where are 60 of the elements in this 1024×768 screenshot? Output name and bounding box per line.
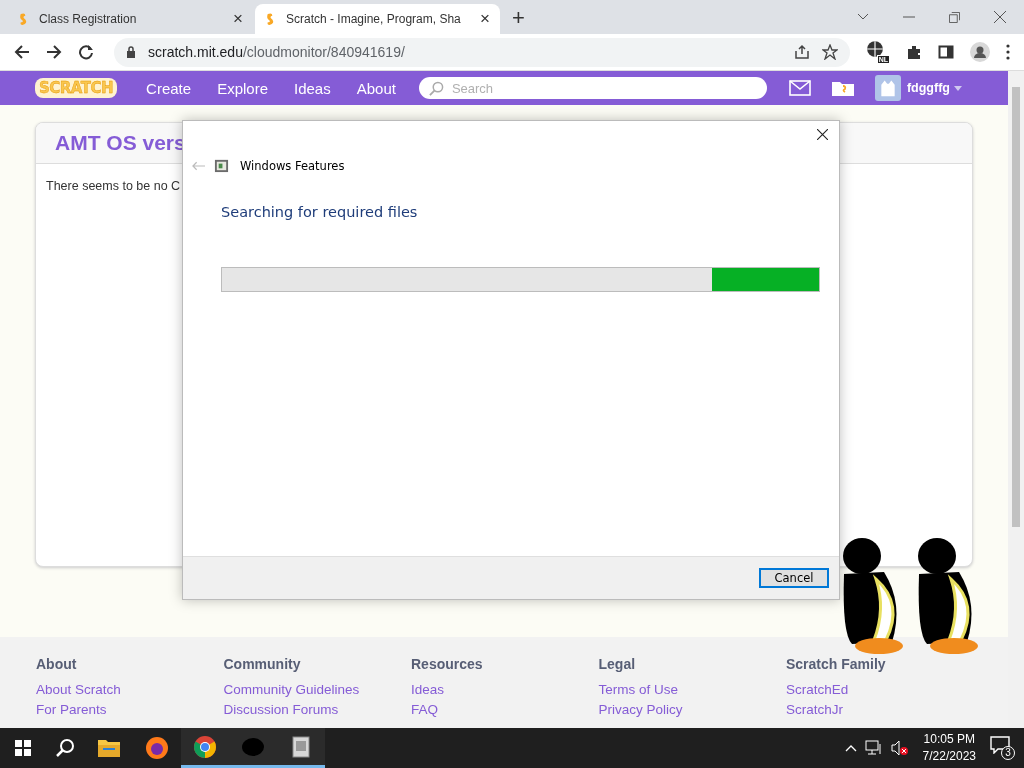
search-field[interactable]: Search [418,77,767,99]
profile-icon[interactable] [970,42,990,62]
volume-muted-icon[interactable] [890,740,909,756]
clock-date[interactable]: 7/22/2023 [922,748,976,765]
footer-heading: Scratch Family [786,656,887,672]
footer-heading: Legal [598,656,637,672]
footer-link[interactable]: About Scratch [36,680,224,700]
dialog-title: Windows Features [240,158,345,173]
nav-link[interactable]: Explore [204,79,281,97]
chevron-up-icon[interactable] [844,744,857,752]
status-heading: Searching for required files [221,204,419,220]
side-panel-icon[interactable] [938,44,954,60]
windows-start-icon[interactable] [15,740,31,756]
close-icon[interactable] [817,129,828,140]
browser-tab[interactable]: Class Registration × [8,4,253,34]
cancel-button[interactable]: Cancel [759,568,829,588]
footer-heading: Community [223,656,302,672]
browser-tab[interactable]: Scratch - Imagine, Program, Sha × [255,4,500,34]
close-tab-button[interactable]: × [233,9,243,29]
caret-icon[interactable] [953,85,962,91]
footer-link[interactable]: Terms of Use [598,680,786,700]
avatar-icon[interactable] [874,75,901,101]
features-icon [214,158,229,173]
address-field[interactable]: scratch.mit.edu/cloudmonitor/840941619/ [114,37,850,67]
new-tab-button[interactable]: + [512,5,525,31]
nav-link[interactable]: Ideas [281,79,344,97]
footer-link[interactable]: ScratchJr [786,700,974,720]
installer-icon[interactable] [277,728,325,768]
network-icon[interactable] [864,740,883,756]
scrollbar[interactable] [1008,71,1024,728]
footer-heading: About [36,656,78,672]
lock-icon [126,46,136,58]
search-icon [428,81,444,96]
star-icon[interactable] [822,44,838,60]
folder-icon[interactable] [830,79,855,97]
restore-icon[interactable] [949,11,960,23]
reload-icon[interactable] [78,44,94,60]
footer-heading: Resources [411,656,484,672]
chevron-down-icon[interactable] [857,13,869,21]
footer-link[interactable]: For Parents [36,700,224,720]
footer-link[interactable]: Community Guidelines [223,680,411,700]
nav-link[interactable]: Create [133,79,205,97]
footer-link[interactable]: ScratchEd [786,680,974,700]
username-menu[interactable]: fdggffg [906,81,950,95]
footer-link[interactable]: FAQ [411,700,599,720]
forward-icon[interactable] [46,44,62,60]
footer-link[interactable]: Privacy Policy [598,700,786,720]
chrome-icon[interactable] [181,728,229,768]
share-icon[interactable] [794,44,810,60]
search-icon[interactable] [55,738,75,758]
message-text: There seems to be no C [46,179,181,193]
footer-link[interactable]: Discussion Forums [223,700,411,720]
puzzle-icon[interactable] [906,44,922,60]
more-icon[interactable] [1006,44,1010,60]
mail-icon[interactable] [788,80,811,96]
clock-time[interactable]: 10:05 PM [923,731,975,748]
back-icon[interactable] [14,44,30,60]
footer-link[interactable]: Ideas [411,680,599,700]
close-tab-button[interactable]: × [480,9,490,29]
nav-link[interactable]: About [343,79,409,97]
